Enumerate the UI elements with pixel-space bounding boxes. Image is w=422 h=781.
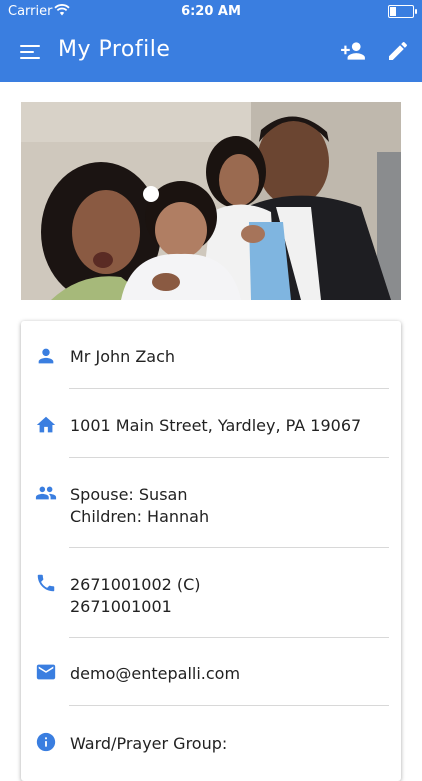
phone-primary[interactable]: 2671001002 (C): [70, 574, 201, 596]
battery-icon: [388, 5, 417, 18]
person-add-icon[interactable]: [340, 38, 366, 64]
profile-photo: [21, 102, 401, 300]
family-photo-image: [21, 102, 401, 300]
email-row: demo@entepalli.com: [21, 638, 401, 706]
name-row: Mr John Zach: [21, 321, 401, 389]
family-row: Spouse: Susan Children: Hannah: [21, 458, 401, 548]
phone-row: 2671001002 (C) 2671001001: [21, 548, 401, 638]
children-text: Children: Hannah: [70, 507, 210, 526]
profile-card: Mr John Zach 1001 Main Street, Yardley, …: [21, 321, 401, 781]
home-icon: [36, 416, 56, 433]
email-icon[interactable]: [35, 661, 57, 683]
page-title: My Profile: [58, 37, 171, 62]
profile-name: Mr John Zach: [70, 347, 176, 366]
menu-icon[interactable]: [18, 40, 42, 64]
group-row: Ward/Prayer Group:: [21, 706, 401, 766]
email-text[interactable]: demo@entepalli.com: [70, 663, 240, 685]
phone-icon[interactable]: [35, 572, 57, 594]
group-label: Ward/Prayer Group:: [70, 734, 228, 753]
address-row: 1001 Main Street, Yardley, PA 19067: [21, 389, 401, 458]
status-time: 6:20 AM: [181, 4, 241, 19]
pencil-icon[interactable]: [386, 39, 410, 63]
profile-address: 1001 Main Street, Yardley, PA 19067: [70, 416, 362, 435]
person-icon: [38, 348, 54, 364]
status-bar: Carrier 6:20 AM: [0, 0, 422, 22]
people-icon: [35, 486, 57, 500]
spouse-text: Spouse: Susan: [70, 485, 188, 504]
phone-secondary[interactable]: 2671001001: [70, 596, 172, 618]
app-bar: My Profile: [0, 22, 422, 82]
